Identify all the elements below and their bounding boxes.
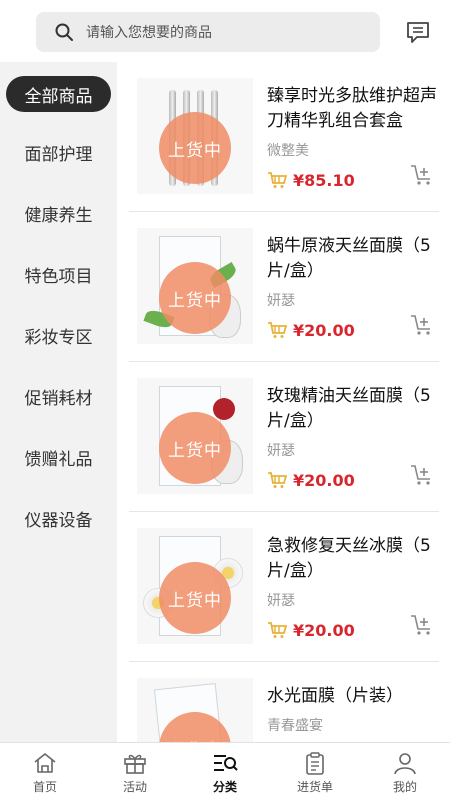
wholesale-cart-icon [268, 322, 287, 338]
sidebar-item-label: 彩妆专区 [24, 328, 93, 348]
tab-label: 进货单 [296, 780, 333, 794]
sidebar-item-facial-care[interactable]: 面部护理 [0, 122, 117, 183]
header-bar: 请输入您想要的商品 [0, 0, 450, 62]
add-to-cart-icon[interactable] [409, 312, 435, 338]
sidebar-item-gifts[interactable]: 馈赠礼品 [0, 427, 117, 488]
add-to-cart-icon[interactable] [409, 462, 435, 488]
rose-icon [213, 398, 235, 420]
tab-profile[interactable]: 我的 [360, 743, 450, 800]
product-title[interactable]: 蜗牛原液天丝面膜（5片/盒） [267, 234, 439, 284]
sidebar-item-makeup[interactable]: 彩妆专区 [0, 305, 117, 366]
user-icon [394, 753, 416, 775]
tab-label: 首页 [32, 780, 57, 794]
product-card[interactable]: 上货中 急救修复天丝冰膜（5片/盒） 妍瑟 ¥20.00 [129, 512, 439, 662]
tab-activity[interactable]: 活动 [90, 743, 180, 800]
shop-name: 微整美 [267, 143, 309, 159]
listing-badge: 上货中 [159, 112, 231, 184]
product-title[interactable]: 水光面膜（片装） [267, 684, 439, 709]
tab-label: 分类 [212, 780, 237, 794]
add-to-cart-icon[interactable] [409, 612, 435, 638]
tab-home[interactable]: 首页 [0, 743, 90, 800]
sidebar-item-all[interactable]: 全部商品 [6, 76, 111, 112]
sidebar-item-label: 特色项目 [24, 267, 93, 287]
sidebar-item-label: 促销耗材 [24, 389, 93, 409]
product-image[interactable]: 上货中 [137, 78, 253, 194]
shop-name: 青春盛宴 [267, 718, 323, 734]
product-card[interactable]: 上货中 玫瑰精油天丝面膜（5片/盒） 妍瑟 ¥20.00 [129, 362, 439, 512]
product-card[interactable]: 上货中 臻享时光多肽维护超声刀精华乳组合套盒 微整美 ¥85.10 [129, 62, 439, 212]
wholesale-cart-icon [268, 172, 287, 188]
listing-badge: 上货中 [159, 262, 231, 334]
product-card[interactable]: 上货中 水光面膜（片装） 青春盛宴 [129, 662, 439, 742]
tab-category[interactable]: 分类 [180, 743, 270, 800]
sidebar-item-label: 面部护理 [24, 145, 93, 165]
search-placeholder: 请输入您想要的商品 [86, 25, 212, 41]
sidebar-item-featured[interactable]: 特色项目 [0, 244, 117, 305]
wholesale-cart-icon [268, 622, 287, 638]
product-image[interactable]: 上货中 [137, 378, 253, 494]
sidebar-item-label: 全部商品 [24, 86, 93, 107]
product-image[interactable]: 上货中 [137, 678, 253, 742]
product-image[interactable]: 上货中 [137, 528, 253, 644]
product-list[interactable]: 上货中 臻享时光多肽维护超声刀精华乳组合套盒 微整美 ¥85.10 上货中 蜗牛… [117, 62, 450, 742]
gift-icon [124, 754, 146, 774]
sidebar-item-promo-supplies[interactable]: 促销耗材 [0, 366, 117, 427]
search-input[interactable]: 请输入您想要的商品 [36, 12, 380, 52]
product-price: ¥20.00 [293, 620, 355, 640]
category-search-icon [214, 755, 238, 771]
message-icon[interactable] [404, 18, 432, 46]
listing-badge: 上货中 [159, 562, 231, 634]
sidebar-item-devices[interactable]: 仪器设备 [0, 488, 117, 549]
product-title[interactable]: 臻享时光多肽维护超声刀精华乳组合套盒 [267, 84, 439, 134]
category-sidebar: 全部商品 面部护理 健康养生 特色项目 彩妆专区 促销耗材 馈赠礼品 仪器设备 [0, 62, 117, 742]
listing-badge: 上货中 [159, 412, 231, 484]
sidebar-item-label: 健康养生 [24, 206, 93, 226]
shop-name: 妍瑟 [267, 443, 295, 459]
shop-name: 妍瑟 [267, 293, 295, 309]
clipboard-icon [306, 752, 324, 775]
product-title[interactable]: 玫瑰精油天丝面膜（5片/盒） [267, 384, 439, 434]
product-title[interactable]: 急救修复天丝冰膜（5片/盒） [267, 534, 439, 584]
wholesale-cart-icon [268, 472, 287, 488]
product-price: ¥85.10 [293, 170, 355, 190]
add-to-cart-icon[interactable] [409, 162, 435, 188]
tab-label: 活动 [122, 780, 147, 794]
tab-label: 我的 [392, 780, 417, 794]
tab-purchase-order[interactable]: 进货单 [270, 743, 360, 800]
home-icon [34, 753, 56, 773]
product-image[interactable]: 上货中 [137, 228, 253, 344]
sidebar-item-label: 馈赠礼品 [24, 450, 93, 470]
sidebar-item-health[interactable]: 健康养生 [0, 183, 117, 244]
bottom-tab-bar: 首页 活动 分类 进货单 我的 [0, 742, 450, 800]
sidebar-item-label: 仪器设备 [24, 511, 93, 531]
shop-name: 妍瑟 [267, 593, 295, 609]
product-price: ¥20.00 [293, 320, 355, 340]
search-icon [55, 23, 73, 41]
product-price: ¥20.00 [293, 470, 355, 490]
product-card[interactable]: 上货中 蜗牛原液天丝面膜（5片/盒） 妍瑟 ¥20.00 [129, 212, 439, 362]
